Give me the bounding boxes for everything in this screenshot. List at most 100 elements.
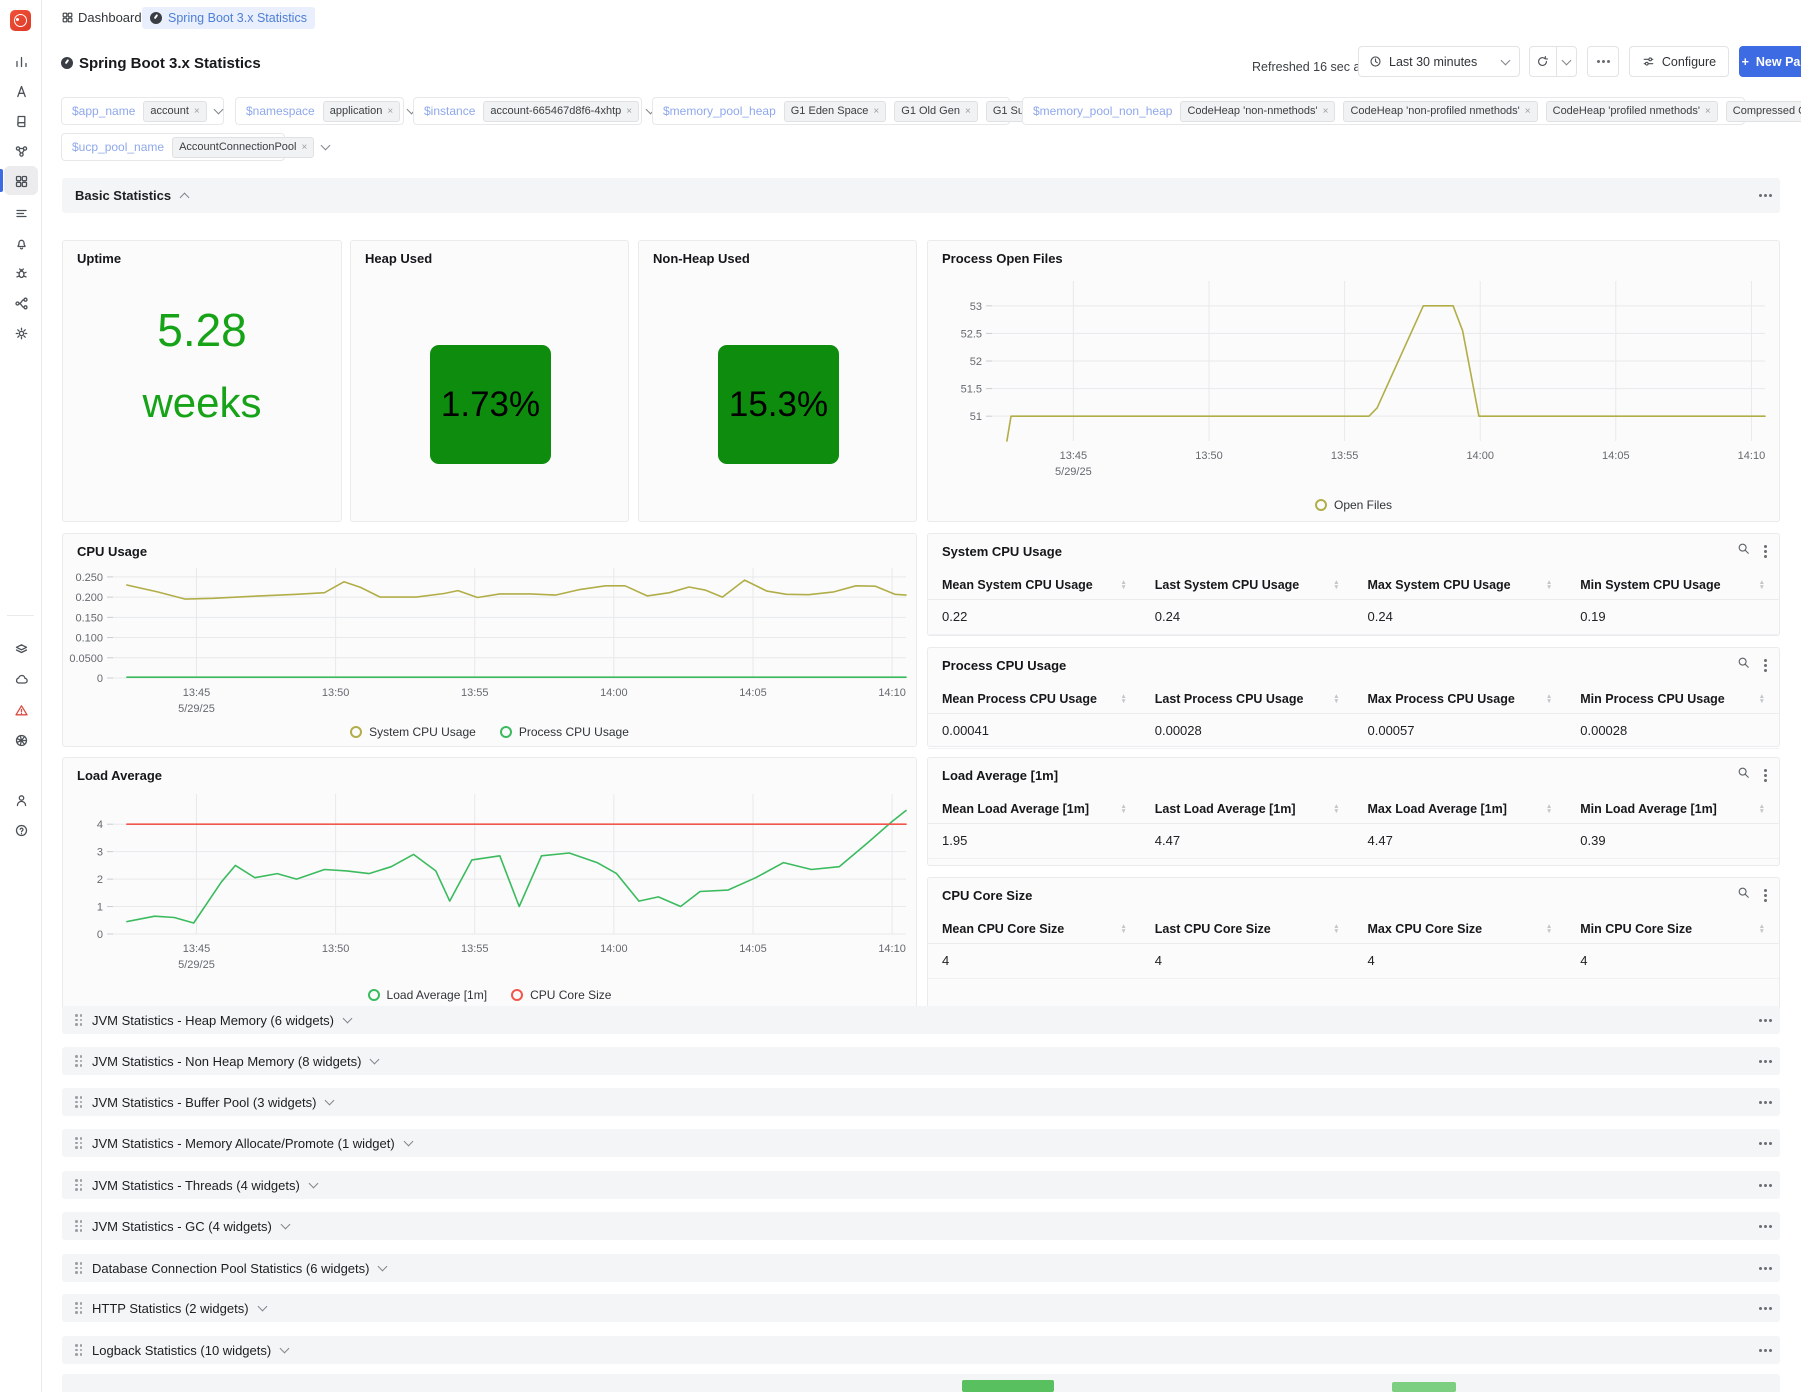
help-icon[interactable] [12, 821, 30, 839]
kebab-menu-icon[interactable] [1764, 894, 1767, 897]
kubernetes-icon[interactable] [12, 731, 30, 749]
alert-triangle-icon[interactable] [12, 701, 30, 719]
section-menu-icon[interactable] [1764, 1101, 1767, 1104]
column-header[interactable]: Max CPU Core Size [1368, 922, 1483, 936]
drag-handle-icon[interactable] [75, 1302, 82, 1314]
chevron-down-icon[interactable] [213, 105, 223, 115]
chevron-down-icon[interactable] [403, 1137, 413, 1147]
kebab-menu-icon[interactable] [1764, 550, 1767, 553]
section-menu-icon[interactable] [1764, 1267, 1767, 1270]
remove-tag-icon[interactable]: × [1705, 106, 1711, 117]
filter-label[interactable]: $instance [424, 104, 475, 118]
sort-icon[interactable]: ▲▼ [1333, 580, 1339, 590]
filter-tag[interactable]: Compressed Class Space× [1726, 101, 1801, 122]
remove-tag-icon[interactable]: × [965, 106, 971, 117]
search-icon[interactable] [1737, 766, 1750, 784]
sort-icon[interactable]: ▲▼ [1759, 580, 1765, 590]
settings-gear-icon[interactable] [12, 324, 30, 342]
refresh-options-caret[interactable] [1557, 60, 1576, 64]
sort-icon[interactable]: ▲▼ [1546, 580, 1552, 590]
filter-label[interactable]: $ucp_pool_name [72, 140, 164, 154]
chevron-down-icon[interactable] [321, 141, 331, 151]
sort-icon[interactable]: ▲▼ [1333, 804, 1339, 814]
section-logback-statistics[interactable]: Logback Statistics (10 widgets) [62, 1336, 1780, 1364]
section-menu-icon[interactable] [1764, 194, 1767, 197]
filter-tag[interactable]: application× [323, 101, 400, 122]
bell-icon[interactable] [12, 234, 30, 252]
app-logo-icon[interactable] [10, 10, 31, 31]
chevron-down-icon[interactable] [308, 1179, 318, 1189]
chevron-down-icon[interactable] [257, 1302, 267, 1312]
filter-label[interactable]: $memory_pool_non_heap [1033, 104, 1172, 118]
section-jvm-gc[interactable]: JVM Statistics - GC (4 widgets) [62, 1212, 1780, 1240]
chevron-down-icon[interactable] [378, 1262, 388, 1272]
sort-icon[interactable]: ▲▼ [1759, 694, 1765, 704]
sort-icon[interactable]: ▲▼ [1120, 694, 1126, 704]
sort-icon[interactable]: ▲▼ [1546, 694, 1552, 704]
filter-tag[interactable]: account× [143, 101, 206, 122]
configure-button[interactable]: Configure [1629, 46, 1729, 77]
remove-tag-icon[interactable]: × [302, 142, 308, 153]
drag-handle-icon[interactable] [75, 1055, 82, 1067]
section-menu-icon[interactable] [1764, 1060, 1767, 1063]
chevron-up-icon[interactable] [180, 192, 190, 202]
column-header[interactable]: Last CPU Core Size [1155, 922, 1271, 936]
layers-icon[interactable] [12, 640, 30, 658]
column-header[interactable]: Max Load Average [1m] [1368, 802, 1507, 816]
column-header[interactable]: Last Load Average [1m] [1155, 802, 1296, 816]
section-menu-icon[interactable] [1764, 1349, 1767, 1352]
filter-label[interactable]: $app_name [72, 104, 135, 118]
bar-chart-icon[interactable] [12, 52, 30, 70]
compass-icon[interactable] [12, 82, 30, 100]
section-jvm-memory-allocate[interactable]: JVM Statistics - Memory Allocate/Promote… [62, 1129, 1780, 1157]
column-header[interactable]: Max Process CPU Usage [1368, 692, 1515, 706]
column-header[interactable]: Min System CPU Usage [1580, 578, 1720, 592]
column-header[interactable]: Mean Process CPU Usage [942, 692, 1097, 706]
section-menu-icon[interactable] [1764, 1307, 1767, 1310]
section-menu-icon[interactable] [1764, 1019, 1767, 1022]
sort-icon[interactable]: ▲▼ [1546, 804, 1552, 814]
filter-tag[interactable]: CodeHeap 'profiled nmethods'× [1546, 101, 1718, 122]
section-db-connection-pool[interactable]: Database Connection Pool Statistics (6 w… [62, 1254, 1780, 1282]
breadcrumb[interactable]: Dashboard / [78, 10, 149, 25]
section-http-statistics[interactable]: HTTP Statistics (2 widgets) [62, 1294, 1780, 1322]
sort-icon[interactable]: ▲▼ [1759, 804, 1765, 814]
drag-handle-icon[interactable] [75, 1096, 82, 1108]
section-basic-statistics[interactable]: Basic Statistics [62, 178, 1780, 213]
sort-icon[interactable]: ▲▼ [1120, 804, 1126, 814]
bug-icon[interactable] [12, 264, 30, 282]
sort-icon[interactable]: ▲▼ [1120, 924, 1126, 934]
kebab-menu-icon[interactable] [1764, 664, 1767, 667]
remove-tag-icon[interactable]: × [873, 106, 879, 117]
column-header[interactable]: Mean System CPU Usage [942, 578, 1093, 592]
kebab-menu-icon[interactable] [1764, 774, 1767, 777]
filter-label[interactable]: $memory_pool_heap [663, 104, 776, 118]
column-header[interactable]: Last System CPU Usage [1155, 578, 1300, 592]
section-jvm-buffer-pool[interactable]: JVM Statistics - Buffer Pool (3 widgets) [62, 1088, 1780, 1116]
filter-tag[interactable]: G1 Old Gen× [894, 101, 978, 122]
filter-tag[interactable]: G1 Eden Space× [784, 101, 887, 122]
logbook-icon[interactable] [12, 112, 30, 130]
legend-item[interactable]: Load Average [1m] [368, 988, 488, 1002]
section-menu-icon[interactable] [1764, 1184, 1767, 1187]
column-header[interactable]: Mean Load Average [1m] [942, 802, 1089, 816]
column-header[interactable]: Min CPU Core Size [1580, 922, 1692, 936]
chevron-down-icon[interactable] [325, 1096, 335, 1106]
search-icon[interactable] [1737, 542, 1750, 560]
more-actions-button[interactable] [1587, 46, 1619, 77]
search-icon[interactable] [1737, 886, 1750, 904]
list-icon[interactable] [12, 204, 30, 222]
section-menu-icon[interactable] [1764, 1225, 1767, 1228]
remove-tag-icon[interactable]: × [194, 106, 200, 117]
legend-item[interactable]: System CPU Usage [350, 725, 476, 739]
refresh-icon[interactable] [1530, 55, 1556, 68]
filter-label[interactable]: $namespace [246, 104, 315, 118]
breadcrumb-current-chip[interactable]: Spring Boot 3.x Statistics [142, 7, 315, 29]
filter-tag[interactable]: AccountConnectionPool× [172, 137, 314, 158]
search-icon[interactable] [1737, 656, 1750, 674]
dashboard-grid-icon[interactable] [12, 172, 30, 190]
legend-item[interactable]: Open Files [1315, 498, 1392, 512]
remove-tag-icon[interactable]: × [1323, 106, 1329, 117]
column-header[interactable]: Min Process CPU Usage [1580, 692, 1725, 706]
filter-tag[interactable]: CodeHeap 'non-profiled nmethods'× [1343, 101, 1537, 122]
